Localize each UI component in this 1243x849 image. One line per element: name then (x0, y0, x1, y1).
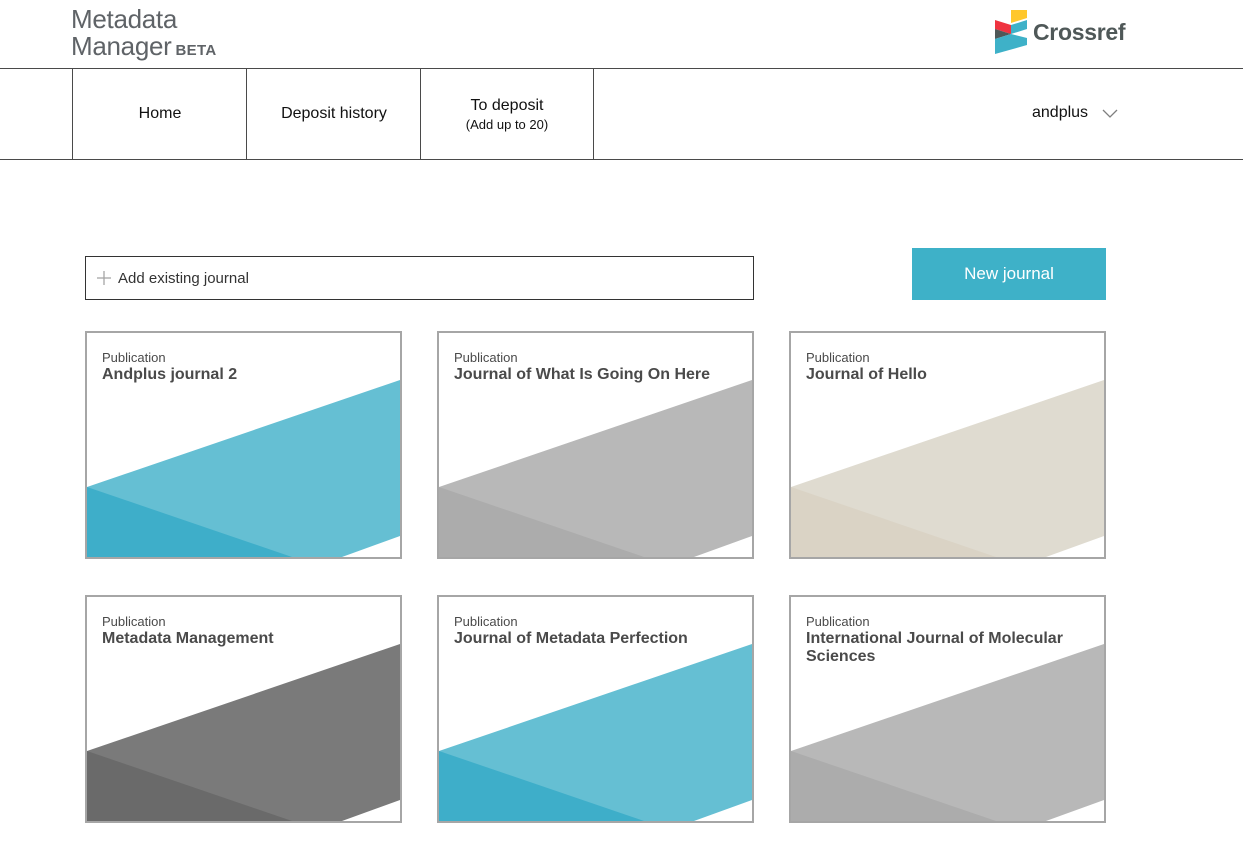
journal-card[interactable]: Publication Journal of What Is Going On H… (437, 331, 754, 559)
logo-line2-text: Manager (71, 31, 172, 61)
nav-deposit-history-label: Deposit history (281, 105, 387, 122)
crossref-mark-icon (995, 10, 1027, 54)
logo-line2: Manager BETA (71, 33, 216, 64)
main-nav: Home Deposit history To deposit (Add up … (0, 69, 1243, 160)
beta-badge: BETA (175, 42, 217, 59)
journal-card-title: Journal of Hello (806, 366, 927, 383)
journal-card-type: Publication (102, 350, 166, 365)
nav-home[interactable]: Home (72, 69, 247, 159)
journal-card-title: Metadata Management (102, 630, 274, 647)
journal-card[interactable]: Publication Andplus journal 2 (85, 331, 402, 559)
nav-to-deposit[interactable]: To deposit (Add up to 20) (420, 69, 594, 159)
journal-card-type: Publication (806, 350, 870, 365)
app-header: Metadata Manager BETA Crossref (0, 0, 1243, 69)
journal-card[interactable]: Publication Journal of Metadata Perfectio… (437, 595, 754, 823)
journal-card-type: Publication (102, 614, 166, 629)
logo-line1: Metadata (71, 4, 178, 34)
journal-card[interactable]: Publication International Journal of Mole… (789, 595, 1106, 823)
user-menu[interactable]: andplus (1032, 104, 1118, 122)
new-journal-button[interactable]: New journal (912, 248, 1106, 300)
metadata-manager-logo[interactable]: Metadata Manager BETA (71, 6, 216, 64)
journal-card-title: Journal of What Is Going On Here (454, 366, 711, 383)
crossref-wordmark: Crossref (1033, 18, 1126, 45)
journal-card[interactable]: Publication Metadata Management (85, 595, 402, 823)
add-journal-input[interactable] (118, 269, 718, 287)
journal-card-type: Publication (454, 350, 518, 365)
journal-card-type: Publication (806, 614, 870, 629)
chevron-down-icon (1102, 109, 1118, 118)
journal-card-title: Journal of Metadata Perfection (454, 630, 688, 647)
nav-home-label: Home (138, 105, 182, 122)
crossref-logo[interactable]: Crossref (995, 10, 1126, 54)
nav-deposit-history[interactable]: Deposit history (246, 69, 421, 159)
journal-card[interactable]: Publication Journal of Hello (789, 331, 1106, 559)
plus-icon (97, 271, 111, 285)
user-name: andplus (1032, 104, 1089, 121)
nav-to-deposit-sublabel: (Add up to 20) (465, 116, 549, 132)
nav-to-deposit-label: To deposit (470, 96, 544, 114)
journal-card-type: Publication (454, 614, 518, 629)
add-journal-search[interactable] (85, 256, 754, 300)
journal-card-title: Andplus journal 2 (102, 366, 238, 383)
journal-card-title: International Journal of Molecular Scien… (806, 630, 1063, 665)
